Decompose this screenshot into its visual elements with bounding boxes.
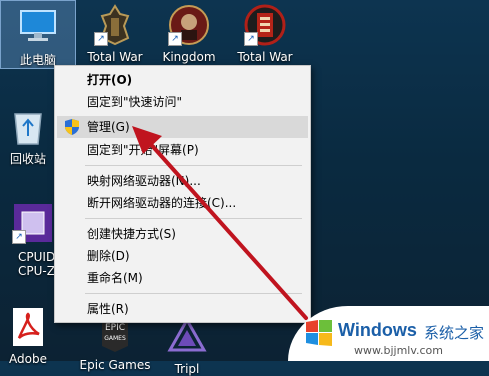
annotation-arrow <box>132 126 308 320</box>
desktop-icon-label: Tripl <box>174 362 200 376</box>
